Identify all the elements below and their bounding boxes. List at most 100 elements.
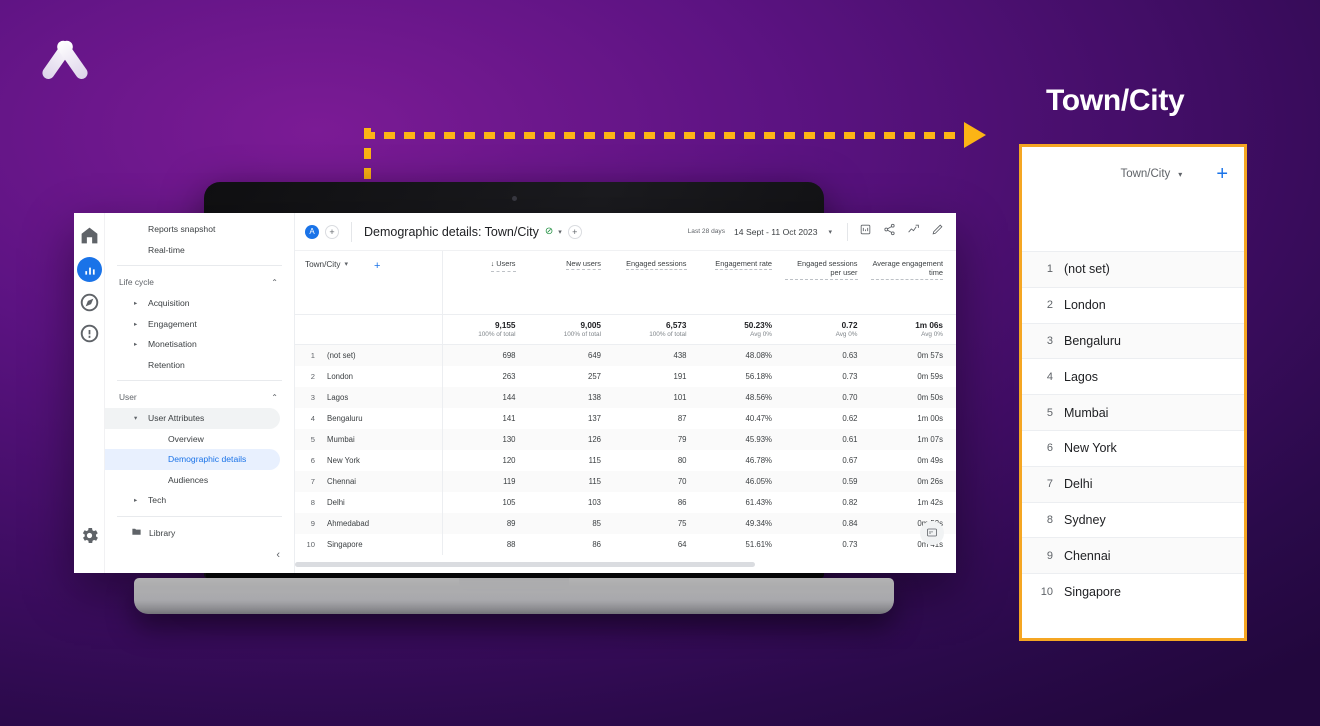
list-item[interactable]: 6 New York [1022,429,1244,466]
nav-label: Demographic details [168,454,247,465]
webcam-icon [511,196,517,201]
summary-sub: Avg 0% [750,331,772,338]
table-row[interactable]: 4 Bengaluru 141 137 87 40.47% 0.62 1m 00s [295,408,956,429]
header-actions: Last 28 days 14 Sept - 11 Oct 2023 ▾ [688,222,944,241]
nav-library[interactable]: Library [105,522,294,544]
table-cell-dimension: 2 London [295,366,443,387]
chevron-down-icon: ▾ [134,415,138,423]
list-item-label: Delhi [1064,477,1093,492]
add-comparison-button[interactable]: + [325,224,339,239]
nav-monetisation[interactable]: ▸ Monetisation [105,334,294,355]
summary-sub: Avg 0% [921,331,943,338]
home-icon[interactable] [79,225,100,246]
table-cell-avg-time: 1m 00s [917,414,943,423]
row-name[interactable]: Ahmedabad [327,519,369,528]
column-header-sessions-per-user[interactable]: Engaged sessions per user [785,251,871,314]
nav-section-life-cycle[interactable]: Life cycle ⌃ [105,271,294,293]
list-item-label: (not set) [1064,262,1110,277]
list-item[interactable]: 5 Mumbai [1022,394,1244,430]
nav-audiences[interactable]: Audiences [105,470,294,491]
table-cell-engagement-rate: 46.05% [745,477,772,486]
dimension-label[interactable]: Town/City [305,260,341,269]
chevron-down-icon[interactable]: ▾ [828,228,832,236]
gear-icon[interactable] [79,525,100,546]
chevron-down-icon[interactable]: ▾ [345,260,349,268]
row-name[interactable]: (not set) [327,351,356,360]
summary-value: 6,573 [666,321,687,330]
list-item[interactable]: 2 London [1022,286,1244,323]
report-header: A + Demographic details: Town/City ⊘ ▾ +… [295,213,956,251]
table-row[interactable]: 5 Mumbai 130 126 79 45.93% 0.61 1m 07s [295,429,956,450]
table-cell-avg-time: 0m 49s [917,456,943,465]
list-item[interactable]: 3 Bengaluru [1022,322,1244,359]
icon-rail [74,213,105,573]
list-item[interactable]: 4 Lagos [1022,358,1244,394]
nav-user-attributes[interactable]: ▾ User Attributes [105,408,280,429]
panel-add-button[interactable]: + [1216,164,1228,184]
row-name[interactable]: Bengaluru [327,414,363,423]
add-dimension-button[interactable]: + [374,260,380,272]
feedback-icon[interactable] [920,521,944,545]
nav-overview[interactable]: Overview [105,429,294,450]
table-row[interactable]: 9 Ahmedabad 89 85 75 49.34% 0.84 0m 52s [295,513,956,534]
row-name[interactable]: London [327,372,353,381]
share-icon[interactable] [883,223,896,241]
table-cell-engagement-rate: 51.61% [745,540,772,549]
add-report-button[interactable]: + [567,224,582,239]
nav-real-time[interactable]: Real-time [105,240,294,261]
list-item[interactable]: 8 Sydney [1022,501,1244,538]
table-row[interactable]: 6 New York 120 115 80 46.78% 0.67 0m 49s [295,450,956,471]
column-header-new-users[interactable]: New users [529,251,615,314]
row-name[interactable]: Lagos [327,393,348,402]
horizontal-scrollbar[interactable] [295,562,755,567]
list-item[interactable]: 10 Singapore [1022,573,1244,609]
table-row[interactable]: 7 Chennai 119 115 70 46.05% 0.59 0m 26s [295,471,956,492]
table-row[interactable]: 2 London 263 257 191 56.18% 0.73 0m 59s [295,366,956,387]
list-item[interactable]: 1 (not set) [1022,251,1244,287]
row-name[interactable]: Singapore [327,540,363,549]
table-cell-dimension: 4 Bengaluru [295,408,443,429]
account-badge[interactable]: A [305,224,319,239]
column-header-avg-engagement-time[interactable]: Average engagement time [870,251,957,314]
list-item[interactable]: 9 Chennai [1022,537,1244,574]
insights-icon[interactable] [859,223,872,241]
table-row[interactable]: 8 Delhi 105 103 86 61.43% 0.82 1m 42s [295,492,956,513]
collapse-nav-button[interactable]: ‹ [276,549,280,561]
table-row[interactable]: 1 (not set) 698 649 438 48.08% 0.63 0m 57s [295,345,956,366]
table-cell-engaged-sessions: 87 [677,414,687,423]
list-item-index: 5 [1046,406,1053,419]
date-range-picker[interactable]: 14 Sept - 11 Oct 2023 [734,227,817,237]
chevron-up-icon: ⌃ [271,392,278,402]
chevron-down-icon[interactable]: ▾ [558,228,562,236]
nav-section-user[interactable]: User ⌃ [105,386,294,408]
table-cell-dimension: 1 (not set) [295,345,443,366]
column-header-engagement-rate[interactable]: Engagement rate [700,251,786,314]
advertising-icon[interactable] [79,323,100,344]
nav-demographic-details[interactable]: Demographic details [105,449,280,470]
row-name[interactable]: New York [327,456,360,465]
column-header-users[interactable]: ↓ Users [443,251,529,314]
town-city-panel: Town/City ▾ + 1 (not set) 2 London 3 Bengalur… [1019,144,1247,641]
nav-divider [117,265,282,266]
list-item-index: 7 [1046,478,1053,491]
table-row[interactable]: 3 Lagos 144 138 101 48.56% 0.70 0m 50s [295,387,956,408]
list-item-index: 9 [1046,549,1053,562]
column-header-engaged-sessions[interactable]: Engaged sessions [614,251,700,314]
trend-icon[interactable] [907,223,920,241]
row-name[interactable]: Delhi [327,498,345,507]
nav-retention[interactable]: Retention [105,355,294,376]
nav-acquisition[interactable]: ▸ Acquisition [105,293,294,314]
chevron-down-icon[interactable]: ▾ [1178,170,1182,179]
table-row[interactable]: 10 Singapore 88 86 64 51.61% 0.73 0m 41s [295,534,956,555]
list-item[interactable]: 7 Delhi [1022,465,1244,502]
nav-engagement[interactable]: ▸ Engagement [105,314,294,335]
explore-icon[interactable] [79,292,100,313]
reports-icon[interactable] [77,257,102,282]
nav-reports-snapshot[interactable]: Reports snapshot [105,219,294,240]
nav-tech[interactable]: ▸ Tech [105,490,294,511]
row-name[interactable]: Chennai [327,477,356,486]
row-name[interactable]: Mumbai [327,435,355,444]
panel-dimension-label[interactable]: Town/City [1120,168,1170,180]
table-cell-sessions-per-user: 0.84 [842,519,858,528]
edit-icon[interactable] [931,223,944,241]
